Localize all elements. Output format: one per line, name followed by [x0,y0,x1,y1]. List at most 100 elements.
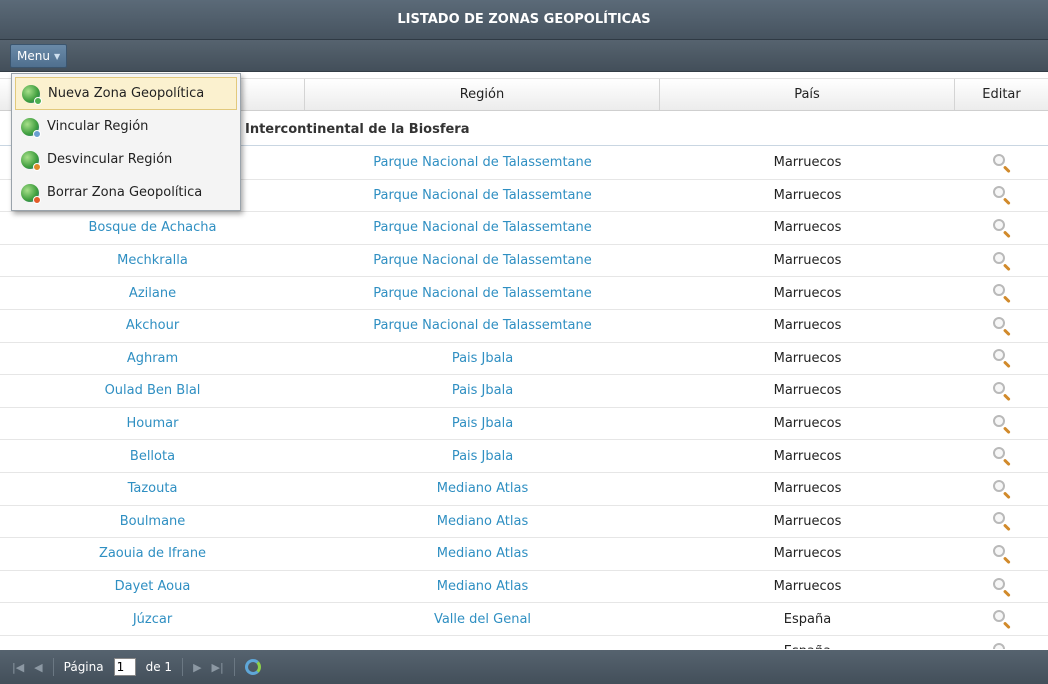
edit-cell [955,538,1048,570]
region-cell[interactable]: Parque Nacional de Talassemtane [305,310,660,342]
table-row[interactable]: Bellota Pais Jbala Marruecos [0,440,1048,473]
region-cell[interactable]: Mediano Atlas [305,538,660,570]
menu-item[interactable]: Vincular Región [15,110,237,143]
menu-item[interactable]: Desvincular Región [15,143,237,176]
region-cell[interactable]: Pais Jbala [305,440,660,472]
page-label: Página [63,660,104,674]
magnifier-icon[interactable] [991,315,1013,337]
table-row[interactable]: Mechkralla Parque Nacional de Talassemtan… [0,245,1048,278]
magnifier-icon[interactable] [991,543,1013,565]
magnifier-icon[interactable] [991,445,1013,467]
zone-cell[interactable]: Zaouia de Ifrane [0,538,305,570]
table-row[interactable]: Oulad Ben Blal Pais Jbala Marruecos [0,375,1048,408]
menu-button[interactable]: Menu ▼ [10,44,68,68]
zone-cell[interactable]: Bosque de Achacha [0,212,305,244]
badge-icon [33,195,41,204]
region-cell[interactable]: Parque Nacional de Talassemtane [305,212,660,244]
menu-item-label: Desvincular Región [47,152,173,167]
table-row[interactable]: Azilane Parque Nacional de Talassemtane Ma… [0,277,1048,310]
column-header-country[interactable]: País [660,79,955,110]
edit-cell [955,343,1048,375]
edit-cell [955,440,1048,472]
magnifier-icon[interactable] [991,347,1013,369]
globe-delete-icon [21,183,41,204]
group-header-label: Intercontinental de la Biosfera [245,121,470,137]
magnifier-icon[interactable] [991,478,1013,500]
region-cell[interactable]: Mediano Atlas [305,571,660,603]
menu-item[interactable]: Nueva Zona Geopolítica [15,77,237,110]
region-cell[interactable] [305,636,660,649]
country-cell: Marruecos [773,513,842,529]
region-cell[interactable]: Parque Nacional de Talassemtane [305,147,660,179]
menu-item-label: Borrar Zona Geopolítica [47,185,203,200]
column-header-region[interactable]: Región [305,79,660,110]
zone-cell[interactable] [0,636,305,649]
magnifier-icon[interactable] [991,608,1013,630]
edit-cell [955,310,1048,342]
zone-cell[interactable]: Tazouta [0,473,305,505]
table-row[interactable]: Zaouia de Ifrane Mediano Atlas Marruecos [0,538,1048,571]
zone-cell[interactable]: Dayet Aoua [0,571,305,603]
edit-cell [955,180,1048,212]
edit-cell [955,506,1048,538]
menu-item[interactable]: Borrar Zona Geopolítica [15,176,237,209]
region-cell[interactable]: Parque Nacional de Talassemtane [305,277,660,309]
region-cell[interactable]: Pais Jbala [305,343,660,375]
next-page-icon[interactable]: ▶ [193,661,201,674]
table-row[interactable]: Houmar Pais Jbala Marruecos [0,408,1048,441]
table-row[interactable]: Dayet Aoua Mediano Atlas Marruecos [0,571,1048,604]
country-cell: Marruecos [773,448,842,464]
magnifier-icon[interactable] [991,217,1013,239]
grid-body: Parque Nacional de Talassemtane Marruecos… [0,147,1048,649]
region-cell[interactable]: Mediano Atlas [305,473,660,505]
edit-cell [955,603,1048,635]
magnifier-icon[interactable] [991,184,1013,206]
zone-cell[interactable]: Azilane [0,277,305,309]
page-number-input[interactable] [113,658,136,676]
window-title: LISTADO DE ZONAS GEOPOLÍTICAS [397,12,651,27]
region-cell[interactable]: Valle del Genal [305,603,660,635]
country-cell: Marruecos [773,187,842,203]
country-cell: Marruecos [773,481,842,497]
pager-separator [182,658,184,676]
magnifier-icon[interactable] [991,282,1013,304]
table-row[interactable]: Tazouta Mediano Atlas Marruecos [0,473,1048,506]
zone-cell[interactable]: Houmar [0,408,305,440]
zone-cell[interactable]: Mechkralla [0,245,305,277]
badge-icon [33,162,41,171]
zone-cell[interactable]: Júzcar [0,603,305,635]
magnifier-icon[interactable] [991,152,1013,174]
zone-cell[interactable]: Akchour [0,310,305,342]
table-row[interactable]: Akchour Parque Nacional de Talassemtane Ma… [0,310,1048,343]
region-cell[interactable]: Parque Nacional de Talassemtane [305,180,660,212]
first-page-icon[interactable]: |◀ [12,661,24,674]
refresh-icon[interactable] [244,659,261,675]
zone-cell[interactable]: Oulad Ben Blal [0,375,305,407]
magnifier-icon[interactable] [991,380,1013,402]
zone-cell[interactable]: Bellota [0,440,305,472]
table-row[interactable]: España [0,636,1048,649]
last-page-icon[interactable]: ▶| [212,661,224,674]
region-cell[interactable]: Pais Jbala [305,408,660,440]
magnifier-icon[interactable] [991,641,1013,649]
table-row[interactable]: Boulmane Mediano Atlas Marruecos [0,506,1048,539]
country-cell: España [783,611,832,627]
country-cell: España [660,636,955,649]
magnifier-icon[interactable] [991,510,1013,532]
table-row[interactable]: Aghram Pais Jbala Marruecos [0,343,1048,376]
menu-button-label: Menu [17,49,50,63]
region-cell[interactable]: Parque Nacional de Talassemtane [305,245,660,277]
zone-cell[interactable]: Aghram [0,343,305,375]
edit-cell [955,277,1048,309]
magnifier-icon[interactable] [991,413,1013,435]
table-row[interactable]: Júzcar Valle del Genal España [0,603,1048,636]
table-row[interactable]: Bosque de Achacha Parque Nacional de Tala… [0,212,1048,245]
column-header-edit[interactable]: Editar [955,79,1048,110]
zone-cell[interactable]: Boulmane [0,506,305,538]
previous-page-icon[interactable]: ◀ [34,661,42,674]
edit-cell [955,147,1048,179]
magnifier-icon[interactable] [991,576,1013,598]
region-cell[interactable]: Pais Jbala [305,375,660,407]
region-cell[interactable]: Mediano Atlas [305,506,660,538]
magnifier-icon[interactable] [991,250,1013,272]
